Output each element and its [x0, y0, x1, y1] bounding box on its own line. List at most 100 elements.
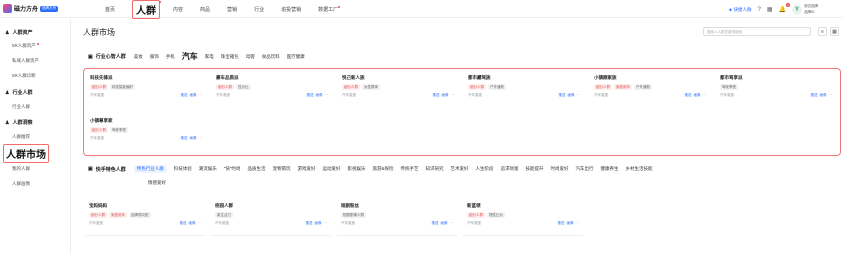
push-button[interactable]: 推送 — [432, 221, 439, 226]
tab-industry-5[interactable]: 珠宝箱包 — [221, 54, 239, 60]
more-icon[interactable]: ··· — [324, 221, 328, 226]
portrait-button[interactable]: 画像 — [315, 221, 322, 226]
nav-products[interactable]: 商品 — [200, 6, 210, 13]
nav-marketing[interactable]: 营销 — [227, 6, 237, 13]
more-icon[interactable]: ··· — [199, 136, 203, 141]
push-button[interactable]: 推送 — [307, 93, 314, 98]
portrait-button[interactable]: 画像 — [189, 221, 196, 226]
tab-special-11[interactable]: 知识研究 — [425, 166, 443, 172]
more-icon[interactable]: ··· — [577, 93, 581, 98]
nav-content[interactable]: 内容 — [173, 6, 183, 13]
tab-industry-1[interactable]: 服饰 — [150, 54, 159, 60]
sidebar-item-5r-diagnosis[interactable]: 5R人群诊断 — [12, 73, 36, 79]
audience-card[interactable]: 小镇尊享家 细分人群 驾驶享受 汽车重度 推送 画像 ··· — [86, 115, 206, 151]
tab-special-16[interactable]: 时尚爱好 — [550, 166, 568, 172]
audience-card[interactable]: 科技先锋派 细分人群 科技智能偏好 汽车重度 推送 画像 ··· — [86, 72, 206, 108]
tab-special-6[interactable]: 游戏爱好 — [297, 166, 315, 172]
sidebar-item-private-assets[interactable]: 私域人群资产 — [12, 58, 39, 64]
tab-industry-4[interactable]: 家电 — [205, 54, 214, 60]
tab-special-3[interactable]: "快"时尚 — [224, 166, 241, 172]
more-icon[interactable]: ··· — [325, 93, 329, 98]
portrait-button[interactable]: 画像 — [567, 221, 574, 226]
grid-icon[interactable]: ▦ — [767, 6, 773, 13]
tab-special-2[interactable]: 潮流娱乐 — [199, 166, 217, 172]
tab-special-20[interactable]: 情感爱好 — [148, 180, 166, 185]
tab-industry-8[interactable]: 医疗健康 — [287, 54, 305, 60]
portrait-button[interactable]: 画像 — [441, 221, 448, 226]
nav-home[interactable]: 首页 — [105, 6, 115, 13]
help-icon[interactable]: ? — [758, 7, 761, 13]
nav-industry[interactable]: 行业 — [254, 6, 264, 13]
push-button[interactable]: 推送 — [811, 93, 818, 98]
sidebar-item-5r-assets[interactable]: 5R人群资产 — [12, 43, 39, 49]
sidebar-item-my-audience[interactable]: 我的人群 — [12, 166, 30, 172]
push-button[interactable]: 推送 — [559, 93, 566, 98]
tab-industry-0[interactable]: 美妆 — [134, 54, 143, 60]
tab-special-7[interactable]: 运动爱好 — [322, 166, 340, 172]
tab-special-0[interactable]: 特色行业人群 — [133, 165, 167, 173]
tab-industry-7[interactable]: 食品饮料 — [262, 54, 280, 60]
tab-special-13[interactable]: 人生阶段 — [475, 166, 493, 172]
portrait-button[interactable]: 画像 — [316, 93, 323, 98]
audience-card[interactable]: 校园人群 新生活力 汽车重度 推送 画像 ··· — [211, 200, 331, 236]
push-button[interactable]: 推送 — [180, 221, 187, 226]
push-button[interactable]: 推送 — [306, 221, 313, 226]
grid-view-icon[interactable]: ▦ — [830, 27, 839, 36]
tab-industry-6[interactable]: 母婴 — [246, 54, 255, 60]
tab-special-17[interactable]: 汽车出行 — [575, 166, 593, 172]
push-button[interactable]: 推送 — [433, 93, 440, 98]
push-button[interactable]: 推送 — [558, 221, 565, 226]
more-icon[interactable]: ··· — [450, 221, 454, 226]
audience-card[interactable]: 都市驾享派 驾驶享受 汽车重度 推送 画像 ··· — [716, 72, 836, 108]
tab-special-9[interactable]: 旅游&探险 — [372, 166, 393, 172]
quick-audience-link[interactable]: ◈ 快捷人群 — [729, 7, 752, 13]
user-menu[interactable]: Y 测试品牌 品牌ID — [792, 4, 818, 15]
more-icon[interactable]: ··· — [829, 93, 833, 98]
portrait-button[interactable]: 画像 — [190, 136, 197, 141]
audience-card[interactable]: 豪车品质派 细分人群 性价比 汽车重度 推送 画像 ··· — [212, 72, 332, 108]
more-icon[interactable]: ··· — [198, 221, 202, 226]
audience-card[interactable]: 新蓝领 细分人群 理性比价 汽车重度 推送 画像 ··· — [463, 200, 583, 236]
tab-industry-3[interactable]: 汽车 — [182, 51, 198, 62]
sidebar-group-insight[interactable]: ♟ 人群洞察 — [5, 119, 33, 127]
nav-audience[interactable]: 人群 — [132, 0, 162, 19]
tab-special-15[interactable]: 技能提升 — [525, 166, 543, 172]
tab-industry-2[interactable]: 手机 — [166, 54, 175, 60]
tab-special-5[interactable]: 宠物萌玩 — [272, 166, 290, 172]
audience-card[interactable]: 短剧粉丝 短剧剧情人群 汽车重度 推送 画像 ··· — [337, 200, 457, 236]
portrait-button[interactable]: 画像 — [442, 93, 449, 98]
tab-special-18[interactable]: 健康养生 — [600, 166, 618, 172]
push-button[interactable]: 推送 — [181, 136, 188, 141]
tab-special-19[interactable]: 乡村生活技能 — [625, 166, 652, 172]
bell-icon[interactable]: 🔔 1 — [779, 3, 790, 13]
tab-special-14[interactable]: 追求财富 — [500, 166, 518, 172]
push-button[interactable]: 推送 — [685, 93, 692, 98]
tab-special-10[interactable]: 传统手艺 — [400, 166, 418, 172]
more-icon[interactable]: ··· — [199, 93, 203, 98]
tab-special-12[interactable]: 艺术爱好 — [450, 166, 468, 172]
audience-card[interactable]: 小镇顾家族 细分人群 家庭用车 户外通勤 汽车重度 推送 画像 ··· — [590, 72, 710, 108]
more-icon[interactable]: ··· — [703, 93, 707, 98]
list-view-icon[interactable]: ≡ — [818, 27, 827, 36]
sidebar-group-industry[interactable]: ♟ 行业人群 — [5, 89, 33, 97]
sidebar-item-market[interactable]: 人群市场 — [3, 144, 49, 163]
brand-logo[interactable]: 磁力方舟 品牌方舟 — [3, 4, 59, 13]
portrait-button[interactable]: 画像 — [190, 93, 197, 98]
search-input[interactable]: 搜索人人群关键词搜索 — [703, 27, 811, 36]
nav-data-factory[interactable]: 数据工厂 — [318, 5, 341, 13]
sidebar-item-recommend[interactable]: 人群推荐 — [12, 134, 30, 140]
more-icon[interactable]: ··· — [451, 93, 455, 98]
portrait-button[interactable]: 画像 — [568, 93, 575, 98]
audience-card[interactable]: 悦己新人族 细分人群 女性群体 汽车重度 推送 画像 ··· — [338, 72, 458, 108]
tab-special-8[interactable]: 影视娱乐 — [347, 166, 365, 172]
portrait-button[interactable]: 画像 — [820, 93, 827, 98]
tab-special-4[interactable]: 品质生活 — [247, 166, 265, 172]
audience-card[interactable]: 都市藏驾族 细分人群 户外通勤 汽车重度 推送 画像 ··· — [464, 72, 584, 108]
portrait-button[interactable]: 画像 — [694, 93, 701, 98]
more-icon[interactable]: ··· — [576, 221, 580, 226]
sidebar-group-assets[interactable]: ♟ 人群资产 — [5, 29, 33, 37]
sidebar-item-portrait[interactable]: 人群画像 — [12, 181, 30, 187]
tab-special-1[interactable]: 科技体验 — [174, 166, 192, 172]
push-button[interactable]: 推送 — [181, 93, 188, 98]
audience-card[interactable]: 宝妈妈妈 细分人群 家庭用车 品牌导向型 汽车重度 推送 画像 ··· — [85, 200, 205, 236]
